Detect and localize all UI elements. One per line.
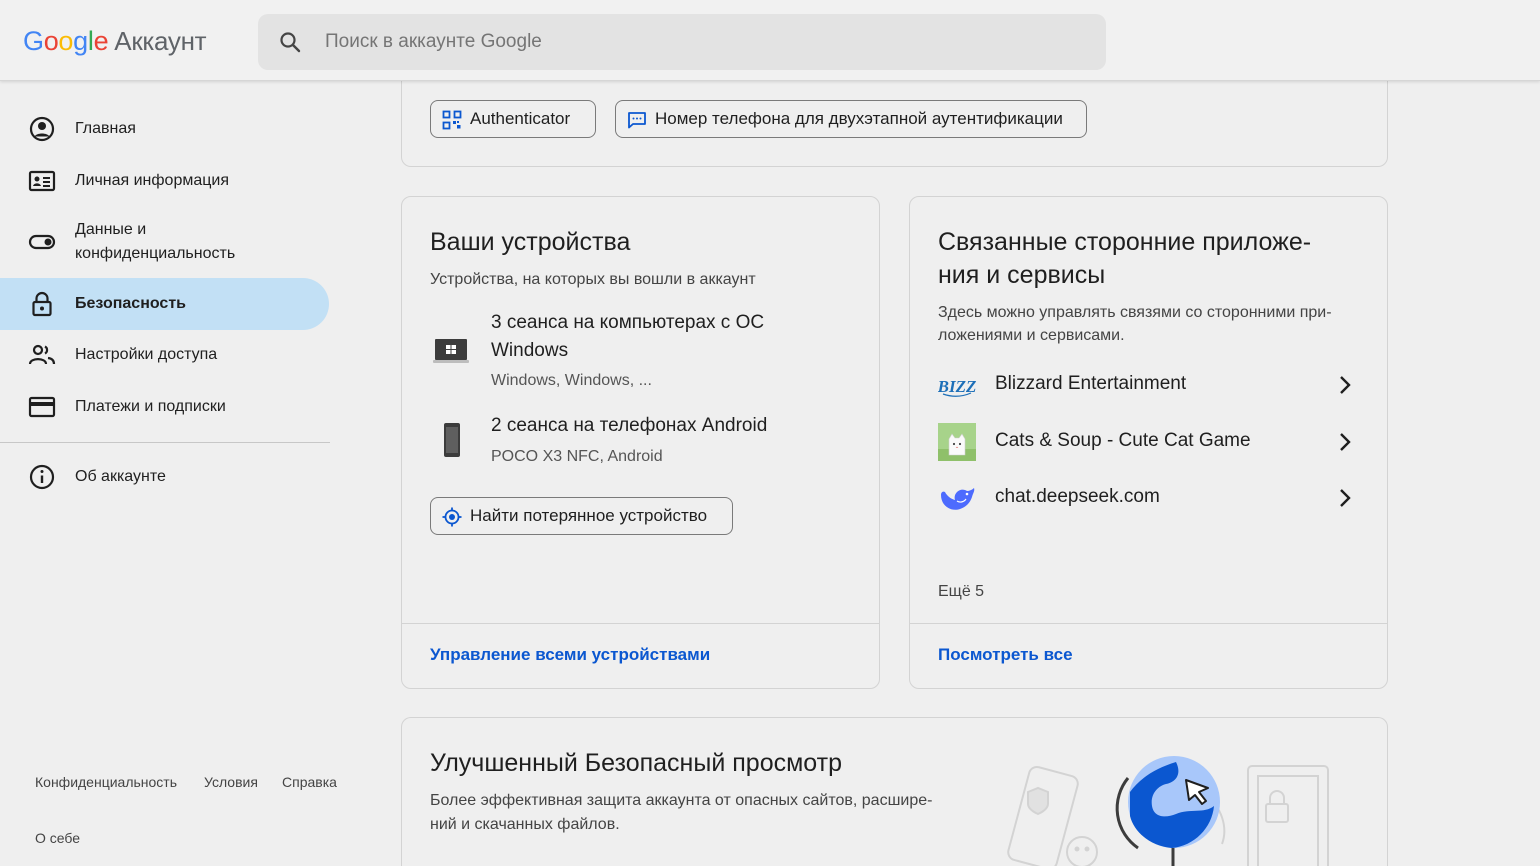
qr-code-icon <box>442 110 462 130</box>
footer-about-link[interactable]: О себе <box>35 830 80 846</box>
info-icon <box>29 464 55 490</box>
sidebar-item-label: Об аккаунте <box>75 468 166 485</box>
phone-2sv-chip[interactable]: Номер телефона для двухэтапной аутентифи… <box>615 100 1087 138</box>
apps-card-subtitle: Здесь можно управлять связями со сторонн… <box>938 304 1332 321</box>
manage-devices-link[interactable]: Управление всеми устройствами <box>430 645 710 665</box>
logo-letter: o <box>58 26 74 56</box>
sidebar-item-security[interactable]: Безопасность <box>0 278 329 330</box>
app-name: Blizzard Entertainment <box>995 373 1187 394</box>
device-name: 2 сеанса на телефонах Android <box>491 415 768 436</box>
locate-icon <box>442 507 462 527</box>
sidebar-item-label: Настройки доступа <box>75 346 218 363</box>
laptop-icon <box>433 339 469 363</box>
search-icon <box>280 32 301 53</box>
app-name: Cats & Soup - Cute Cat Game <box>995 430 1251 451</box>
apps-card-title: ния и сервисы <box>938 261 1106 289</box>
logo-letter: g <box>73 26 88 56</box>
devices-card: Ваши устройства Устройства, на которых в… <box>401 196 880 689</box>
lock-icon <box>32 291 52 317</box>
sidebar-item-home[interactable]: Главная <box>0 104 330 154</box>
chevron-right-icon <box>1340 376 1351 394</box>
sidebar-item-about[interactable]: Об аккаунте <box>0 452 330 502</box>
sidebar-item-sharing[interactable]: Настройки доступа <box>0 330 330 380</box>
sidebar-divider <box>0 442 330 443</box>
product-name: Аккаунт <box>114 26 207 56</box>
safe-browsing-card[interactable]: Улучшенный Безопасный просмотр Более эфф… <box>401 717 1388 866</box>
footer-terms-link[interactable]: Условия <box>204 774 258 790</box>
app-row-deepseek[interactable]: chat.deepseek.com <box>910 473 1388 523</box>
safe-browsing-description: ний и скачанных файлов. <box>430 816 620 833</box>
chevron-right-icon <box>1340 489 1351 507</box>
apps-card-title: Связанные сторонние приложе- <box>938 228 1312 256</box>
footer-help-link[interactable]: Справка <box>282 774 337 790</box>
more-apps-count: Ещё 5 <box>938 583 985 600</box>
deepseek-logo-icon <box>941 488 975 510</box>
footer-privacy-link[interactable]: Конфиденциальность <box>35 774 177 790</box>
see-all-apps-link[interactable]: Посмотреть все <box>938 645 1073 665</box>
chevron-right-icon <box>1340 433 1351 451</box>
account-circle-icon <box>29 116 55 142</box>
sidebar-item-personal-info[interactable]: Личная информация <box>0 156 330 206</box>
sidebar-nav: Главная Личная информация Данные и конфи… <box>0 81 337 866</box>
chip-label: Найти потерянное устройство <box>470 506 708 525</box>
toggle-icon <box>28 234 56 250</box>
logo-letter: e <box>93 26 109 56</box>
logo-letter: G <box>23 26 44 56</box>
apps-card-subtitle: ложениями и сервисами. <box>938 327 1125 344</box>
app-name: chat.deepseek.com <box>995 486 1160 507</box>
sidebar-item-label: Данные и конфиденциальность <box>75 221 236 262</box>
app-row-cats-soup[interactable]: Cats & Soup - Cute Cat Game <box>910 417 1388 467</box>
sidebar-item-label: Платежи и подписки <box>75 398 226 415</box>
logo-letter: o <box>43 26 59 56</box>
card-divider <box>910 623 1387 624</box>
safe-browsing-title: Улучшенный Безопасный просмотр <box>430 749 842 777</box>
safe-browsing-illustration <box>1007 756 1329 866</box>
chip-label: Authenticator <box>470 109 571 128</box>
authenticator-chip[interactable]: Authenticator <box>430 100 596 138</box>
chip-label: Номер телефона для двухэтапной аутентифи… <box>655 109 1063 128</box>
device-name: 3 сеанса на компьютерах с ОС Windows <box>491 312 765 361</box>
device-detail: POCO X3 NFC, Android <box>491 448 663 465</box>
search-input[interactable] <box>325 24 1085 60</box>
credit-card-icon <box>28 396 56 418</box>
google-account-logo[interactable]: Google Аккаунт <box>23 26 207 60</box>
sidebar-item-payments[interactable]: Платежи и подписки <box>0 382 330 432</box>
blizzard-logo-icon: BIZZ <box>938 377 976 397</box>
devices-card-title: Ваши устройства <box>430 228 631 256</box>
search-bar[interactable] <box>258 14 1106 70</box>
sidebar-item-label: Личная информация <box>75 172 230 189</box>
app-row-blizzard[interactable]: BIZZ Blizzard Entertainment <box>910 360 1388 410</box>
id-card-icon <box>28 170 56 192</box>
device-row[interactable]: 3 сеанса на компьютерах с ОС Windows Win… <box>402 307 879 397</box>
card-divider <box>402 623 879 624</box>
top-app-bar: Google Аккаунт <box>0 0 1540 81</box>
message-icon <box>628 112 646 129</box>
safe-browsing-description: Более эффективная защита аккаунта от опа… <box>430 792 933 809</box>
sidebar-item-label: Главная <box>75 120 136 137</box>
sidebar-item-data-privacy[interactable]: Данные и конфиденциальность <box>0 212 330 272</box>
phone-icon <box>444 423 460 457</box>
device-row[interactable]: 2 сеанса на телефонах Android POCO X3 NF… <box>402 412 879 472</box>
find-lost-device-button[interactable]: Найти потерянное устройство <box>430 497 733 535</box>
people-icon <box>28 344 56 365</box>
devices-card-subtitle: Устройства, на которых вы вошли в аккаун… <box>430 271 756 288</box>
device-detail: Windows, Windows, ... <box>491 372 652 389</box>
third-party-apps-card: Связанные сторонние приложе- ния и серви… <box>909 196 1388 689</box>
sidebar-item-label: Безопасность <box>75 295 186 312</box>
cats-soup-logo-icon <box>938 423 976 461</box>
